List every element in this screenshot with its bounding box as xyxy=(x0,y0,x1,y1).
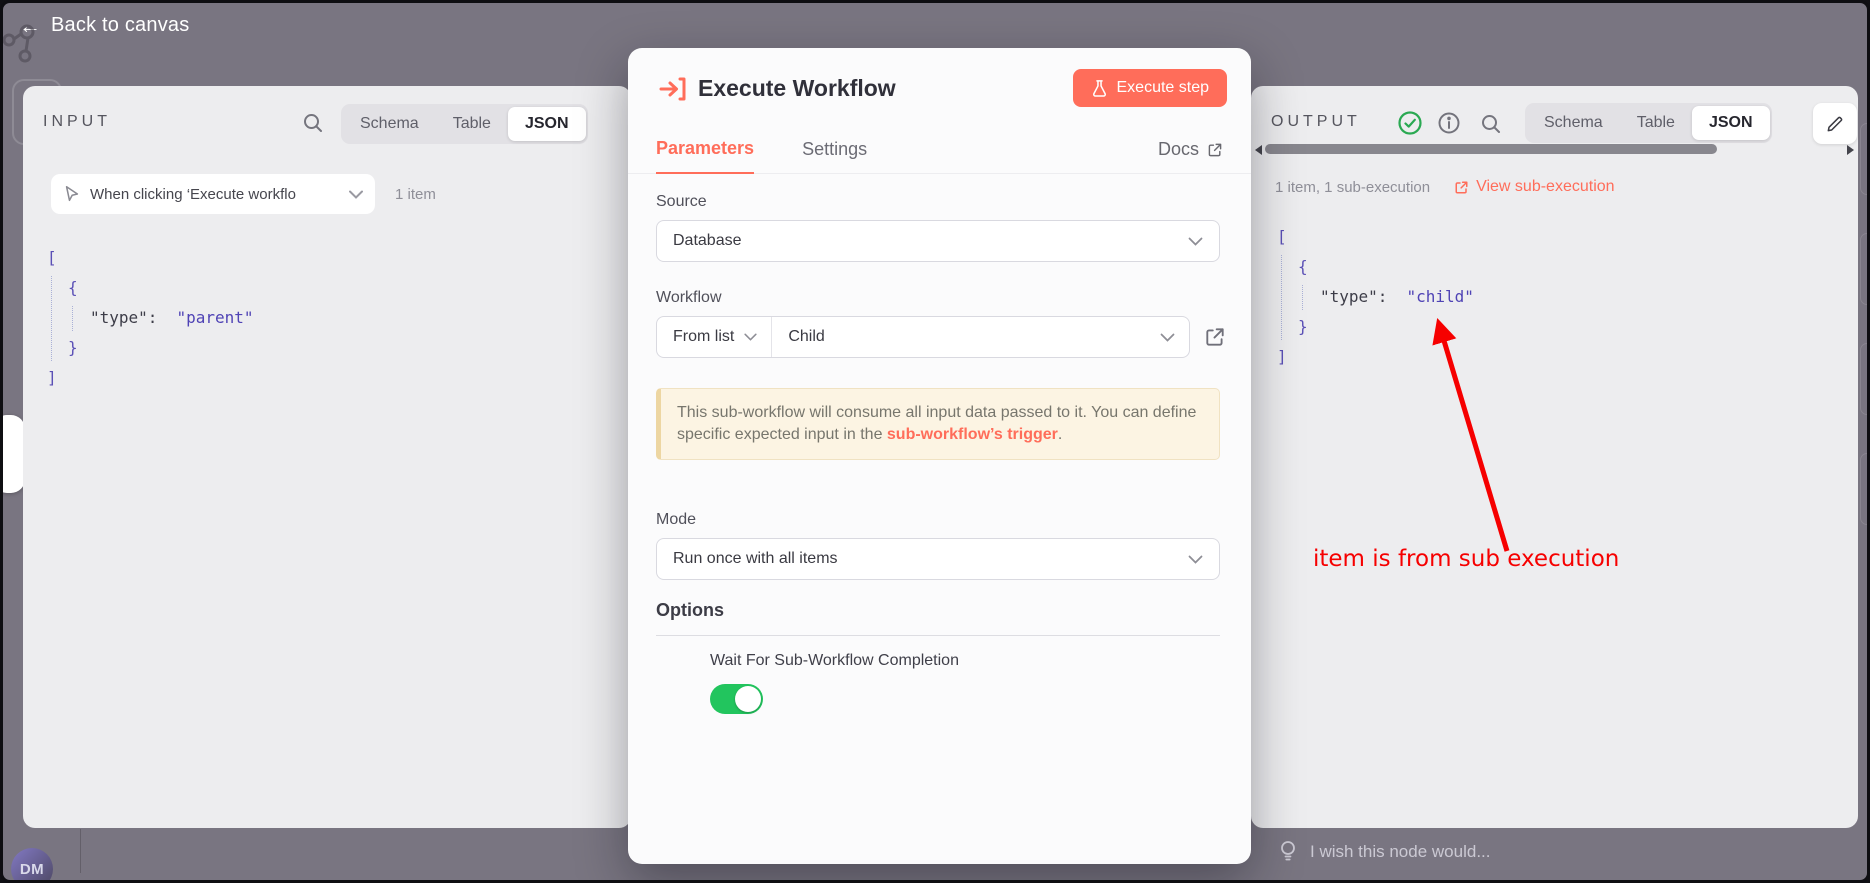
modal-header: Execute Workflow Execute step xyxy=(628,48,1251,124)
output-json-view: [ { "type": "child" } ] xyxy=(1277,222,1474,372)
docs-external-icon xyxy=(1207,142,1223,158)
dimmed-canvas-line xyxy=(80,829,81,873)
source-label: Source xyxy=(656,193,707,211)
input-node-select[interactable]: When clicking ‘Execute workflo xyxy=(51,174,375,214)
input-node-select-value: When clicking ‘Execute workflo xyxy=(90,186,296,203)
horizontal-scrollbar xyxy=(1255,141,1854,157)
json-token: } xyxy=(68,338,78,357)
options-heading: Options xyxy=(656,600,1220,636)
json-key: "type": xyxy=(90,308,157,327)
scroll-right-arrow[interactable] xyxy=(1847,145,1854,155)
node-wish-prompt[interactable]: I wish this node would... xyxy=(1255,832,1855,872)
json-token: ] xyxy=(47,368,57,387)
modal-tabs: Parameters Settings Docs xyxy=(628,132,1251,174)
indent-guide xyxy=(51,276,52,361)
user-avatar[interactable]: DM xyxy=(11,848,53,883)
wait-completion-toggle[interactable] xyxy=(710,684,763,714)
json-key: "type": xyxy=(1320,287,1387,306)
mode-select-value: Run once with all items xyxy=(673,550,838,568)
chevron-down-icon xyxy=(1188,555,1203,564)
input-panel-title: INPUT xyxy=(43,113,111,131)
sub-workflow-notice: This sub-workflow will consume all input… xyxy=(656,388,1220,460)
toggle-knob xyxy=(735,686,761,712)
output-panel-title: OUTPUT xyxy=(1271,113,1361,131)
scroll-left-arrow[interactable] xyxy=(1255,145,1262,155)
workflow-select[interactable]: Child xyxy=(772,317,1189,357)
success-check-icon xyxy=(1397,110,1423,136)
json-token: { xyxy=(68,278,78,297)
json-token: [ xyxy=(1277,227,1287,246)
cursor-icon xyxy=(63,185,81,203)
app-window: ← Back to canvas INPUT Schema Table JSON… xyxy=(0,0,1870,883)
json-token: [ xyxy=(47,248,57,267)
indent-guide xyxy=(1281,255,1282,340)
pencil-icon xyxy=(1825,114,1845,134)
execute-workflow-node-icon xyxy=(658,74,688,104)
modal-title: Execute Workflow xyxy=(698,75,896,102)
tab-json[interactable]: JSON xyxy=(508,107,586,141)
output-display-tabs: Schema Table JSON xyxy=(1525,103,1772,143)
input-panel: INPUT Schema Table JSON When clicking ‘E… xyxy=(23,86,631,828)
scrollbar-thumb[interactable] xyxy=(1265,144,1717,154)
info-icon[interactable] xyxy=(1437,111,1461,135)
json-value: "child" xyxy=(1406,287,1473,306)
view-sub-execution-link[interactable]: View sub-execution xyxy=(1454,178,1614,196)
input-items-count: 1 item xyxy=(395,186,436,203)
docs-link[interactable]: Docs xyxy=(1158,139,1223,173)
output-items-count: 1 item, 1 sub-execution xyxy=(1275,179,1430,196)
tab-table[interactable]: Table xyxy=(1620,106,1692,140)
json-token: { xyxy=(1298,257,1308,276)
annotation-text: item is from sub execution xyxy=(1313,546,1619,572)
wait-completion-label: Wait For Sub-Workflow Completion xyxy=(710,652,959,670)
dimmed-side-button xyxy=(1860,453,1870,525)
back-to-canvas-label: Back to canvas xyxy=(51,14,189,37)
panel-drag-handle[interactable] xyxy=(0,415,25,493)
workflow-label: Workflow xyxy=(656,289,722,307)
execute-step-button[interactable]: Execute step xyxy=(1073,69,1228,107)
tab-json[interactable]: JSON xyxy=(1692,106,1770,140)
lightbulb-icon xyxy=(1279,840,1297,864)
node-wish-label: I wish this node would... xyxy=(1310,842,1490,862)
input-run-row: When clicking ‘Execute workflo 1 item xyxy=(51,174,436,214)
tab-schema[interactable]: Schema xyxy=(343,107,436,141)
output-meta-row: 1 item, 1 sub-execution View sub-executi… xyxy=(1275,178,1615,196)
search-icon[interactable] xyxy=(301,111,325,135)
red-annotation-arrow xyxy=(1251,86,1858,828)
node-detail-modal: Execute Workflow Execute step Parameters… xyxy=(628,48,1251,864)
chevron-down-icon xyxy=(349,190,363,199)
flask-icon xyxy=(1091,79,1108,98)
tab-schema[interactable]: Schema xyxy=(1527,106,1620,140)
indent-guide xyxy=(1302,285,1303,310)
execute-step-label: Execute step xyxy=(1117,79,1210,97)
external-link-icon xyxy=(1454,180,1469,195)
dimmed-side-button xyxy=(1860,233,1870,305)
json-token: } xyxy=(1298,317,1308,336)
indent-guide xyxy=(72,306,73,331)
input-display-tabs: Schema Table JSON xyxy=(341,104,588,144)
chevron-down-icon xyxy=(1160,333,1175,342)
workflow-logo-icon xyxy=(0,15,57,75)
dimmed-side-button xyxy=(1860,343,1870,415)
tab-parameters[interactable]: Parameters xyxy=(656,138,754,174)
dimmed-side-button xyxy=(1860,123,1870,195)
sub-workflow-trigger-link[interactable]: sub-workflow’s trigger xyxy=(887,426,1058,443)
workflow-combo: From list Child xyxy=(656,316,1190,358)
edit-output-button[interactable] xyxy=(1813,103,1857,144)
workflow-source-mode-select[interactable]: From list xyxy=(657,317,772,357)
tab-settings[interactable]: Settings xyxy=(802,139,867,173)
open-workflow-icon[interactable] xyxy=(1204,326,1226,348)
output-panel: OUTPUT Schema Table JSON 1 item, 1 sub-e… xyxy=(1251,86,1858,828)
chevron-down-icon xyxy=(1188,237,1203,246)
source-select-value: Database xyxy=(673,232,742,250)
source-select[interactable]: Database xyxy=(656,220,1220,262)
mode-select[interactable]: Run once with all items xyxy=(656,538,1220,580)
tab-table[interactable]: Table xyxy=(436,107,508,141)
search-icon[interactable] xyxy=(1479,112,1503,136)
chevron-down-icon xyxy=(744,333,757,341)
mode-label: Mode xyxy=(656,511,696,529)
json-value: "parent" xyxy=(176,308,253,327)
input-json-view: [ { "type": "parent" } ] xyxy=(47,243,254,393)
json-token: ] xyxy=(1277,347,1287,366)
